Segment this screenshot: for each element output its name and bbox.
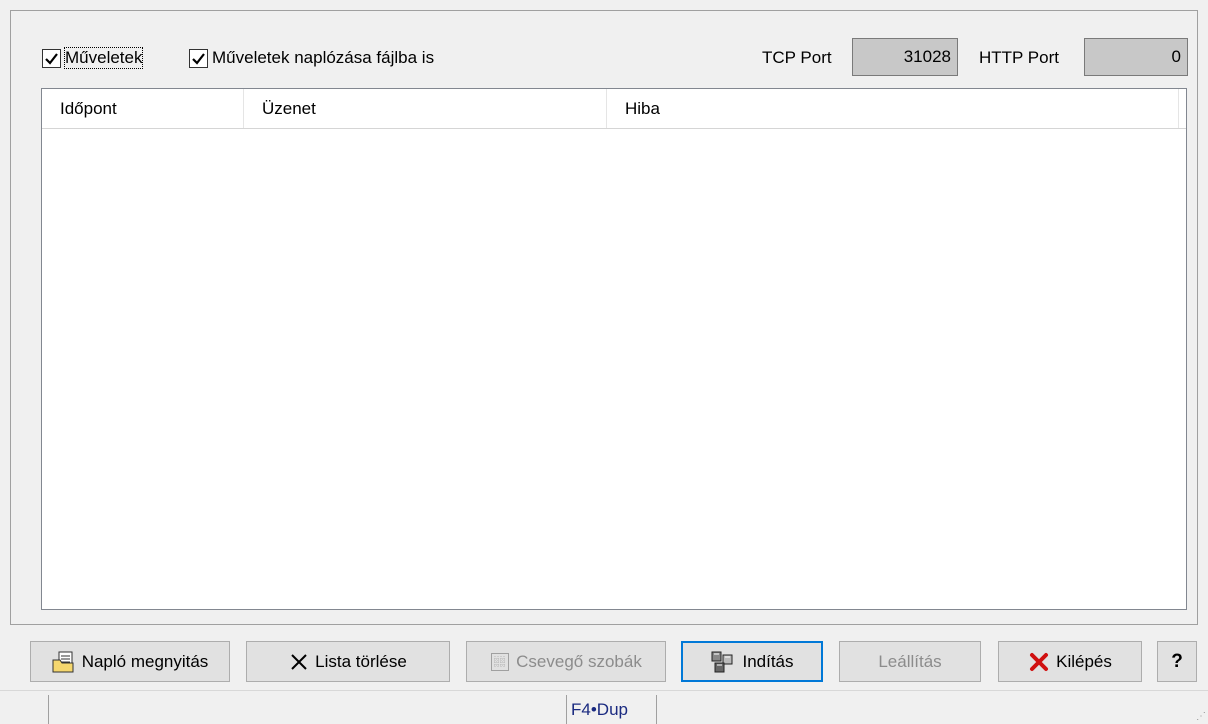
clear-list-label: Lista törlése	[315, 651, 407, 671]
column-header-idopont[interactable]: Időpont	[42, 89, 244, 128]
clear-list-button[interactable]: Lista törlése	[246, 641, 450, 682]
log-list[interactable]: Időpont Üzenet Hiba	[41, 88, 1187, 610]
exit-label: Kilépés	[1056, 651, 1112, 671]
chat-rooms-label: Csevegő szobák	[516, 651, 642, 671]
status-cell-2: F4•Dup	[566, 695, 656, 724]
help-label: ?	[1171, 650, 1183, 672]
start-button[interactable]: Indítás	[681, 641, 823, 682]
check-icon	[42, 48, 61, 68]
start-server-icon	[710, 650, 736, 674]
column-header-uzenet[interactable]: Üzenet	[244, 89, 607, 128]
close-icon	[289, 652, 309, 672]
start-label: Indítás	[742, 651, 794, 671]
open-log-label: Napló megnyitás	[81, 651, 209, 671]
column-header-hiba[interactable]: Hiba	[607, 89, 1179, 128]
status-cell-3	[656, 695, 1196, 724]
open-log-button[interactable]: Napló megnyitás	[30, 641, 230, 682]
http-port-field[interactable]: 0	[1084, 38, 1188, 76]
help-button[interactable]: ?	[1157, 641, 1197, 682]
grid-icon	[490, 652, 510, 672]
exit-x-icon	[1028, 651, 1050, 673]
http-port-label: HTTP Port	[979, 48, 1059, 67]
tcp-port-label: TCP Port	[762, 48, 832, 67]
chat-rooms-button[interactable]: Csevegő szobák	[466, 641, 666, 682]
exit-button[interactable]: Kilépés	[998, 641, 1142, 682]
list-header: Időpont Üzenet Hiba	[42, 89, 1186, 129]
status-bar: F4•Dup ⋰	[0, 690, 1208, 724]
muveletek-label: Műveletek	[63, 47, 144, 69]
stop-label: Leállítás	[878, 651, 942, 671]
muveletek-checkbox[interactable]: Műveletek	[42, 47, 144, 69]
open-log-icon	[52, 651, 76, 673]
log-to-file-checkbox[interactable]: Műveletek naplózása fájlba is	[189, 47, 434, 69]
status-cell-1	[48, 695, 566, 724]
tcp-port-field[interactable]: 31028	[852, 38, 958, 76]
stop-button[interactable]: Leállítás	[839, 641, 981, 682]
log-to-file-label: Műveletek naplózása fájlba is	[212, 48, 435, 67]
resize-grip-icon[interactable]: ⋰	[1196, 711, 1206, 722]
check-icon	[189, 48, 208, 68]
